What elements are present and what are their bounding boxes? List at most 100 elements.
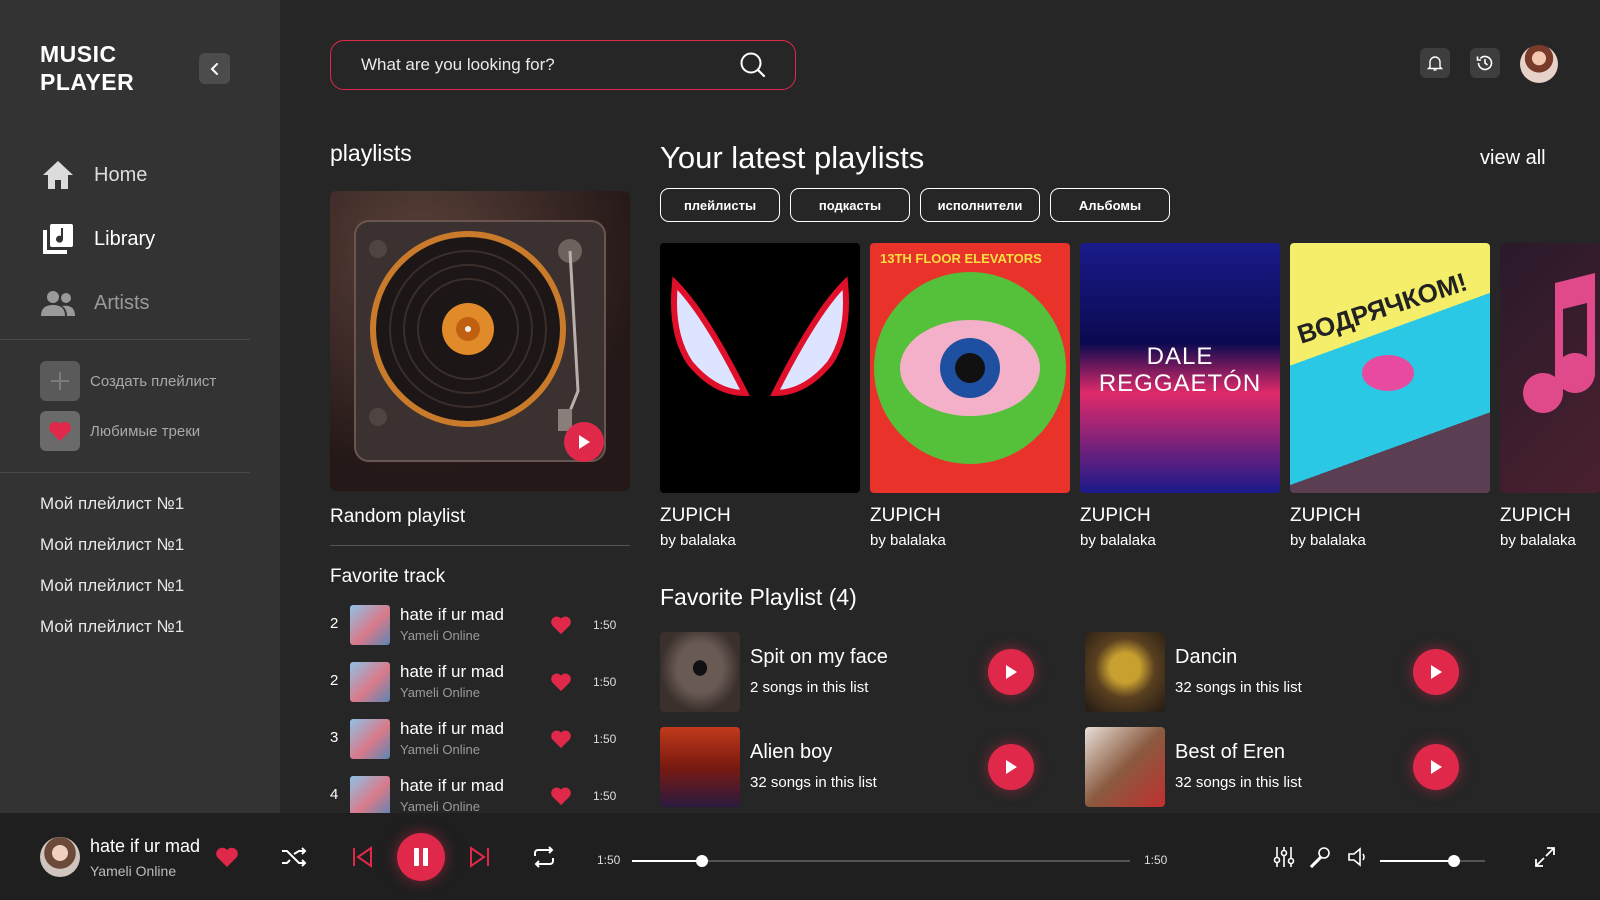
sidebar-playlist-item[interactable]: Мой плейлист №1 bbox=[40, 576, 184, 596]
search-bar[interactable]: What are you looking for? bbox=[330, 40, 796, 90]
sidebar-playlist-item[interactable]: Мой плейлист №1 bbox=[40, 494, 184, 514]
playlist-card[interactable]: ВОДРЯЧКОМ! ZUPICH by balalaka bbox=[1290, 243, 1490, 549]
create-playlist-label: Создать плейлист bbox=[90, 372, 217, 390]
random-playlist-cover[interactable] bbox=[330, 191, 630, 491]
track-row[interactable]: 3 hate if ur mad Yameli Online 1:50 bbox=[330, 717, 630, 761]
history-button[interactable] bbox=[1470, 48, 1500, 78]
track-artist: Yameli Online bbox=[400, 742, 480, 757]
track-title: hate if ur mad bbox=[400, 662, 504, 681]
sidebar-playlist-item[interactable]: Мой плейлист №1 bbox=[40, 617, 184, 637]
chevron-left-icon bbox=[210, 62, 218, 75]
playlist-card[interactable]: ZUPICH by balalaka bbox=[660, 243, 860, 549]
card-author: by balalaka bbox=[660, 532, 736, 549]
track-thumbnail bbox=[350, 662, 390, 702]
play-random-button[interactable] bbox=[564, 422, 604, 462]
lyrics-button[interactable] bbox=[1308, 845, 1332, 869]
playlists-heading: playlists bbox=[330, 140, 412, 166]
track-duration: 1:50 bbox=[593, 789, 617, 803]
favorite-playlist-item[interactable]: Spit on my face 2 songs in this list bbox=[660, 632, 1080, 712]
play-button[interactable] bbox=[988, 744, 1034, 790]
nav-home[interactable]: Home bbox=[40, 157, 147, 193]
equalizer-button[interactable] bbox=[1272, 845, 1296, 869]
like-button[interactable] bbox=[214, 844, 240, 870]
favorite-playlist-item[interactable]: Alien boy 32 songs in this list bbox=[660, 727, 1080, 807]
sidebar-playlist-item[interactable]: Мой плейлист №1 bbox=[40, 535, 184, 555]
track-duration: 1:50 bbox=[593, 732, 617, 746]
track-thumbnail bbox=[350, 719, 390, 759]
playlist-name: Alien boy bbox=[750, 741, 833, 763]
track-row[interactable]: 4 hate if ur mad Yameli Online 1:50 bbox=[330, 774, 630, 813]
cover-text: DALE REGGAETÓN bbox=[1098, 343, 1262, 397]
search-input[interactable]: What are you looking for? bbox=[361, 55, 555, 75]
player-bar: hate if ur mad Yameli Online 1:50 1:50 bbox=[0, 813, 1600, 900]
shuffle-button[interactable] bbox=[280, 843, 308, 871]
playlist-card[interactable]: ZUPICH by balalaka bbox=[1500, 243, 1600, 549]
favorite-playlist-item[interactable]: Best of Eren 32 songs in this list bbox=[1085, 727, 1505, 807]
collapse-sidebar-button[interactable] bbox=[199, 53, 230, 84]
play-icon bbox=[1006, 665, 1017, 679]
skip-forward-icon bbox=[470, 846, 489, 868]
favorite-playlist-item[interactable]: Dancin 32 songs in this list bbox=[1085, 632, 1505, 712]
track-row[interactable]: 2 hate if ur mad Yameli Online 1:50 bbox=[330, 660, 630, 704]
card-author: by balalaka bbox=[1080, 532, 1156, 549]
volume-button[interactable] bbox=[1346, 845, 1370, 869]
track-duration: 1:50 bbox=[593, 618, 617, 632]
search-icon[interactable] bbox=[739, 51, 767, 79]
volume-handle[interactable] bbox=[1447, 855, 1460, 867]
play-button[interactable] bbox=[1413, 744, 1459, 790]
nav-library-label: Library bbox=[94, 227, 156, 250]
filter-chip-artists[interactable]: исполнители bbox=[920, 188, 1040, 222]
filter-chip-playlists[interactable]: плейлисты bbox=[660, 188, 780, 222]
play-icon bbox=[1006, 760, 1017, 774]
pause-button[interactable] bbox=[397, 833, 445, 881]
playlist-thumbnail bbox=[660, 727, 740, 807]
playlist-count: 2 songs in this list bbox=[750, 679, 869, 696]
heart-icon[interactable] bbox=[550, 672, 572, 692]
shuffle-icon bbox=[282, 847, 307, 867]
filter-chip-albums[interactable]: Альбомы bbox=[1050, 188, 1170, 222]
pause-icon bbox=[414, 848, 428, 866]
card-author: by balalaka bbox=[1290, 532, 1366, 549]
playlist-card[interactable]: 13TH FLOOR ELEVATORS ZUPICH by balalaka bbox=[870, 243, 1070, 549]
fullscreen-button[interactable] bbox=[1532, 844, 1558, 870]
previous-button[interactable] bbox=[348, 843, 376, 871]
card-author: by balalaka bbox=[1500, 532, 1576, 549]
progress-handle[interactable] bbox=[695, 855, 708, 867]
progress-fill bbox=[632, 860, 702, 862]
view-all-link[interactable]: view all bbox=[1480, 147, 1546, 170]
playlist-cover: ВОДРЯЧКОМ! bbox=[1290, 243, 1490, 493]
latest-playlists-heading: Your latest playlists bbox=[660, 140, 925, 175]
total-time: 1:50 bbox=[1144, 853, 1168, 867]
create-playlist-button[interactable]: Создать плейлист bbox=[40, 361, 216, 401]
playlist-card[interactable]: DALE REGGAETÓN ZUPICH by balalaka bbox=[1080, 243, 1280, 549]
next-button[interactable] bbox=[466, 843, 494, 871]
bell-icon bbox=[1426, 56, 1444, 71]
heart-icon[interactable] bbox=[550, 615, 572, 635]
heart-icon[interactable] bbox=[550, 786, 572, 806]
now-playing-cover bbox=[40, 837, 80, 877]
favorite-track-heading: Favorite track bbox=[330, 566, 446, 587]
play-button[interactable] bbox=[1413, 649, 1459, 695]
heart-icon bbox=[40, 411, 80, 451]
repeat-button[interactable] bbox=[530, 843, 558, 871]
filter-chip-podcasts[interactable]: подкасты bbox=[790, 188, 910, 222]
track-number: 2 bbox=[330, 615, 339, 632]
track-number: 3 bbox=[330, 729, 339, 746]
library-icon bbox=[40, 221, 76, 257]
liked-tracks-button[interactable]: Любимые треки bbox=[40, 411, 200, 451]
playlist-thumbnail bbox=[660, 632, 740, 712]
card-title: ZUPICH bbox=[660, 505, 731, 526]
heart-icon[interactable] bbox=[550, 729, 572, 749]
play-button[interactable] bbox=[988, 649, 1034, 695]
nav-artists[interactable]: Artists bbox=[40, 285, 150, 321]
track-artist: Yameli Online bbox=[400, 799, 480, 813]
playlist-count: 32 songs in this list bbox=[750, 774, 877, 791]
notifications-button[interactable] bbox=[1420, 48, 1450, 78]
now-playing-artist: Yameli Online bbox=[90, 863, 177, 879]
track-row[interactable]: 2 hate if ur mad Yameli Online 1:50 bbox=[330, 603, 630, 647]
nav-library[interactable]: Library bbox=[40, 221, 155, 257]
app-logo: MUSIC PLAYER bbox=[40, 41, 135, 95]
track-thumbnail bbox=[350, 776, 390, 813]
random-playlist-name[interactable]: Random playlist bbox=[330, 506, 465, 528]
user-avatar[interactable] bbox=[1520, 45, 1558, 83]
